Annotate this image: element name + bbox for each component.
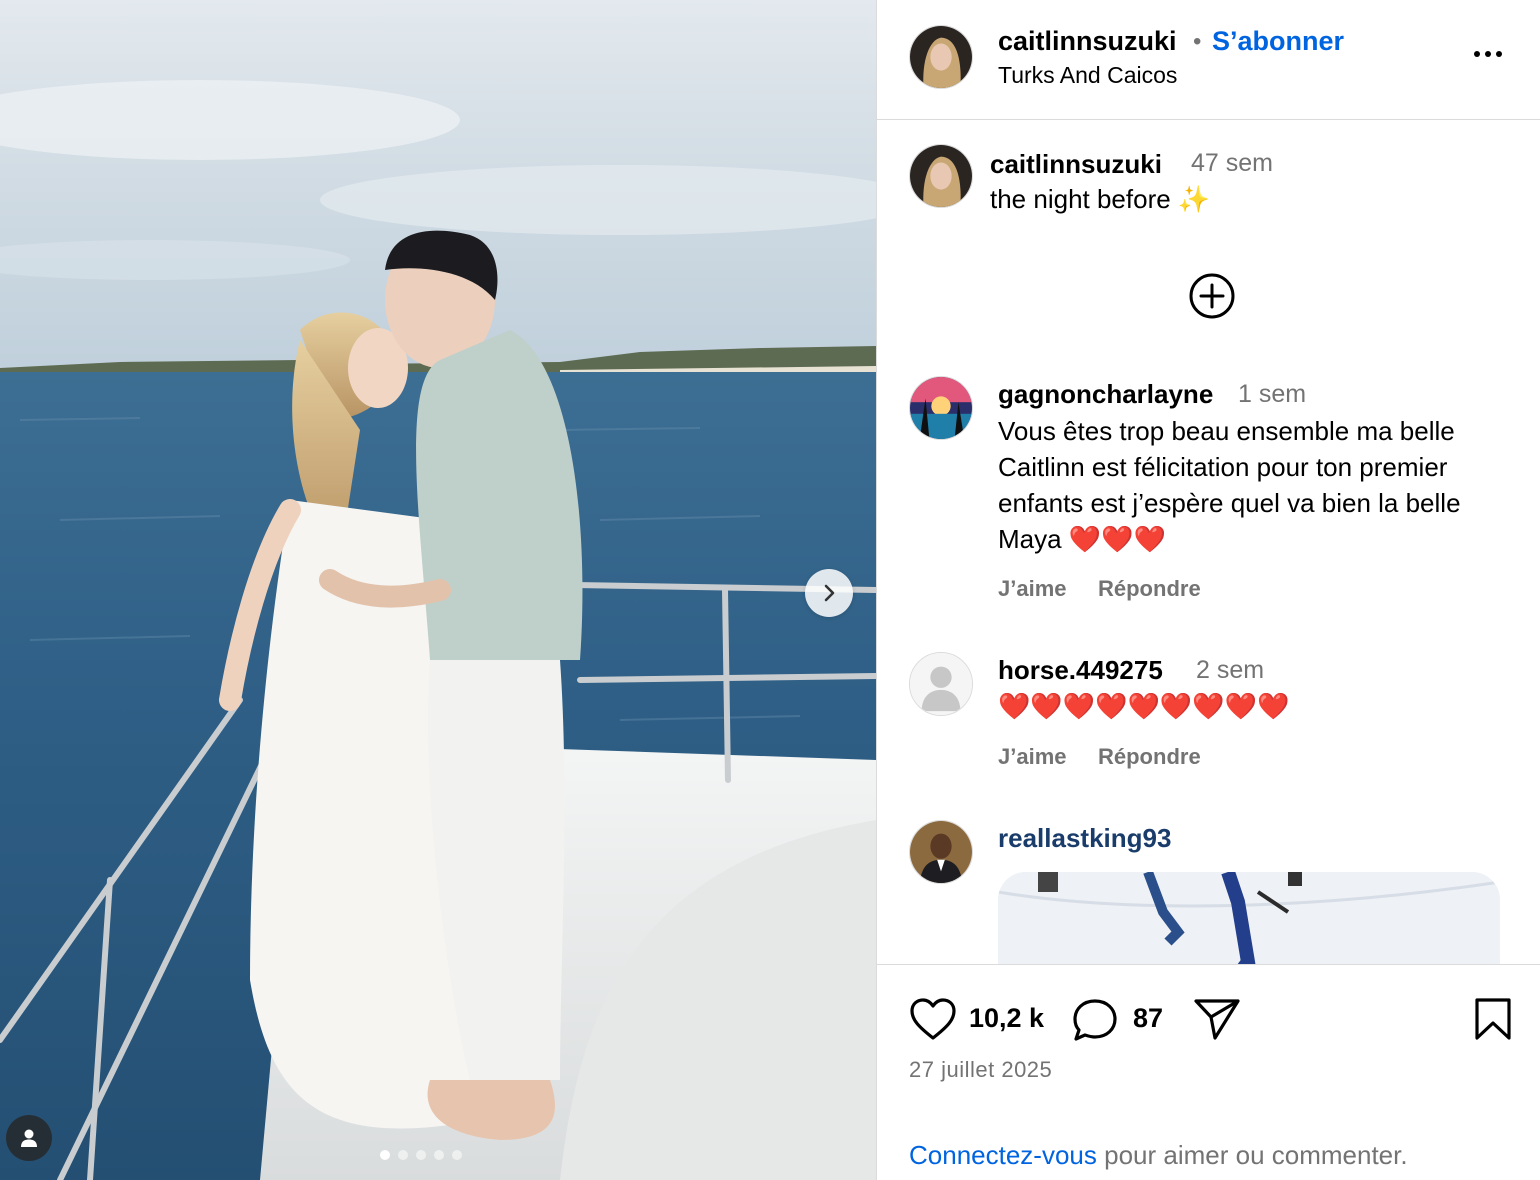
- comment-bubble-icon: [1073, 999, 1117, 1041]
- caption-author-avatar[interactable]: [909, 144, 973, 208]
- carousel-dot: [416, 1150, 426, 1160]
- comment-timestamp[interactable]: 1 sem: [1238, 380, 1306, 409]
- comment-count[interactable]: 87: [1133, 1003, 1163, 1034]
- login-prompt-text: pour aimer ou commenter.: [1096, 1140, 1408, 1170]
- heart-icon: [910, 998, 956, 1040]
- follow-button[interactable]: S’abonner: [1212, 26, 1344, 57]
- chevron-right-icon: [824, 584, 835, 602]
- commenter-username[interactable]: horse.449275: [998, 655, 1163, 686]
- commenter-avatar[interactable]: [909, 820, 973, 884]
- commenter-username[interactable]: gagnoncharlayne: [998, 379, 1213, 410]
- commenter-avatar[interactable]: [909, 376, 973, 440]
- comment-timestamp[interactable]: 2 sem: [1196, 656, 1264, 685]
- more-horizontal-icon: [1474, 51, 1480, 57]
- commenter-avatar-image: [910, 821, 972, 883]
- caption-username[interactable]: caitlinnsuzuki: [990, 149, 1162, 180]
- comment-reply-button[interactable]: Répondre: [1098, 744, 1201, 770]
- commenter-username[interactable]: reallastking93: [998, 823, 1171, 854]
- hockey-gif-image: [998, 872, 1500, 964]
- login-link[interactable]: Connectez-vous: [909, 1140, 1097, 1170]
- post-date[interactable]: 27 juillet 2025: [909, 1057, 1052, 1083]
- load-more-comments-button[interactable]: [1188, 272, 1236, 320]
- post-location[interactable]: Turks And Caicos: [998, 62, 1177, 89]
- like-button[interactable]: [909, 997, 957, 1046]
- comment-like-button[interactable]: J’aime: [998, 576, 1067, 602]
- separator-dot: •: [1193, 28, 1202, 55]
- carousel-next-button[interactable]: [805, 569, 853, 617]
- more-options-button[interactable]: [1474, 46, 1510, 62]
- post-side-panel: caitlinnsuzuki • S’abonner Turks And Cai…: [877, 0, 1540, 1180]
- comment-like-button[interactable]: J’aime: [998, 744, 1067, 770]
- author-username[interactable]: caitlinnsuzuki: [998, 26, 1177, 57]
- carousel-dot: [398, 1150, 408, 1160]
- comment-text: Vous êtes trop beau ensemble ma belle Ca…: [998, 416, 1461, 554]
- comment-button[interactable]: [1071, 997, 1119, 1048]
- carousel-dot: [434, 1150, 444, 1160]
- post-header: caitlinnsuzuki • S’abonner Turks And Cai…: [877, 0, 1540, 120]
- share-button[interactable]: [1193, 997, 1241, 1046]
- bookmark-icon: [1475, 998, 1511, 1040]
- comments-section[interactable]: caitlinnsuzuki 47 sem the night before ✨…: [877, 121, 1540, 964]
- carousel-dot: [380, 1150, 390, 1160]
- commenter-avatar[interactable]: [909, 652, 973, 716]
- plus-circle-icon: [1189, 273, 1235, 319]
- carousel-indicator: [380, 1150, 462, 1160]
- save-button[interactable]: [1473, 997, 1513, 1046]
- send-icon: [1194, 999, 1240, 1040]
- login-prompt: Connectez-vous pour aimer ou commenter.: [909, 1140, 1408, 1171]
- commenter-avatar-image: [910, 377, 972, 439]
- caption-timestamp[interactable]: 47 sem: [1191, 149, 1273, 178]
- comment-reply-button[interactable]: Répondre: [1098, 576, 1201, 602]
- author-avatar-image: [910, 26, 972, 88]
- caption-avatar-image: [910, 145, 972, 207]
- post-actions-bar: 10,2 k 87 27 juillet 2025 Connectez-vous…: [877, 964, 1540, 1180]
- user-tag-icon: [21, 1129, 37, 1147]
- post-photo[interactable]: [0, 0, 876, 1180]
- default-avatar-icon: [910, 653, 972, 715]
- comment-text: ❤️❤️❤️❤️❤️❤️❤️❤️❤️: [998, 691, 1290, 721]
- like-count[interactable]: 10,2 k: [969, 1003, 1044, 1034]
- author-avatar[interactable]: [909, 25, 973, 89]
- photo-scene: [0, 0, 876, 1180]
- tagged-users-button[interactable]: [6, 1115, 52, 1161]
- caption-text: the night before ✨: [990, 184, 1211, 214]
- comment-gif[interactable]: [998, 872, 1500, 964]
- carousel-dot: [452, 1150, 462, 1160]
